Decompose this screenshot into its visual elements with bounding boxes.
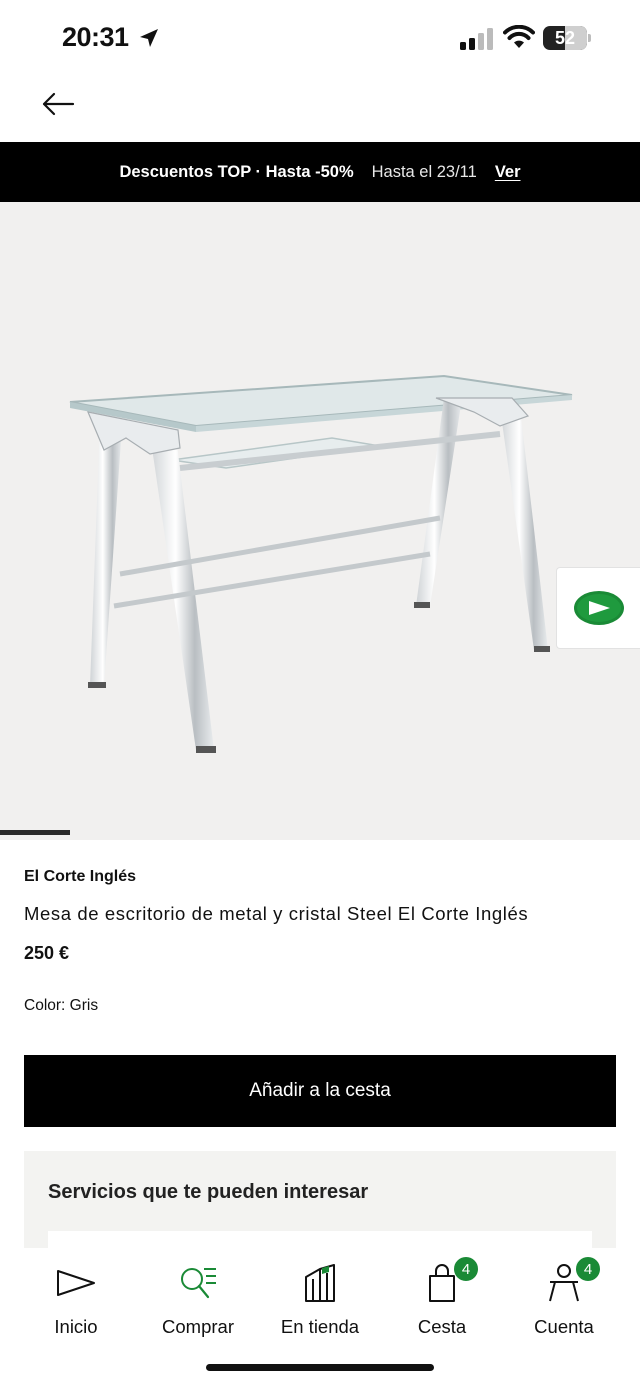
tab-label: Cesta <box>417 1316 467 1337</box>
cart-count-badge: 4 <box>453 1256 479 1282</box>
battery-icon: 52 <box>543 26 591 50</box>
product-image[interactable] <box>0 202 640 840</box>
status-time: 20:31 <box>62 22 129 52</box>
promo-link[interactable]: Ver <box>495 163 521 182</box>
back-arrow-icon <box>42 92 75 116</box>
promo-text: Descuentos TOP · Hasta -50% <box>119 162 354 181</box>
tab-label: Inicio <box>54 1316 98 1337</box>
tab-label: En tienda <box>280 1316 360 1337</box>
product-price: 250 € <box>24 943 70 963</box>
back-button[interactable] <box>36 84 80 124</box>
status-bar: 20:31 52 <box>0 0 640 80</box>
image-carousel-progress <box>0 830 70 835</box>
account-icon: 4 <box>541 1256 601 1306</box>
tab-comprar[interactable]: Comprar <box>134 1260 262 1350</box>
home-triangle-icon <box>53 1260 99 1306</box>
home-indicator <box>206 1364 434 1371</box>
location-arrow-icon <box>140 29 158 47</box>
tab-en-tienda[interactable]: En tienda <box>256 1260 384 1350</box>
product-brand[interactable]: El Corte Inglés <box>24 868 136 886</box>
desk-illustration <box>69 374 573 753</box>
shopping-bag-icon: 4 <box>419 1256 479 1306</box>
promo-banner: Descuentos TOP · Hasta -50% Hasta el 23/… <box>0 142 640 202</box>
store-building-icon <box>297 1260 343 1306</box>
tab-inicio[interactable]: Inicio <box>12 1260 140 1350</box>
wifi-icon <box>503 25 535 48</box>
search-list-icon <box>175 1260 221 1306</box>
tab-cesta[interactable]: 4 Cesta <box>378 1256 506 1350</box>
play-chat-icon <box>573 591 624 625</box>
cellular-signal-icon <box>460 28 493 50</box>
tab-cuenta[interactable]: 4 Cuenta <box>500 1256 628 1350</box>
services-title: Servicios que te pueden interesar <box>48 1181 369 1203</box>
chat-assistant-button[interactable] <box>556 567 640 649</box>
account-notification-badge: 4 <box>575 1256 601 1282</box>
promo-date: Hasta el 23/11 <box>371 162 477 181</box>
tab-label: Cuenta <box>534 1316 594 1337</box>
battery-level: 52 <box>554 28 576 48</box>
product-color: Color: Gris <box>24 997 99 1014</box>
product-title: Mesa de escritorio de metal y cristal St… <box>24 903 529 924</box>
add-to-cart-button[interactable]: Añadir a la cesta <box>24 1055 616 1127</box>
tab-label: Comprar <box>162 1316 234 1337</box>
